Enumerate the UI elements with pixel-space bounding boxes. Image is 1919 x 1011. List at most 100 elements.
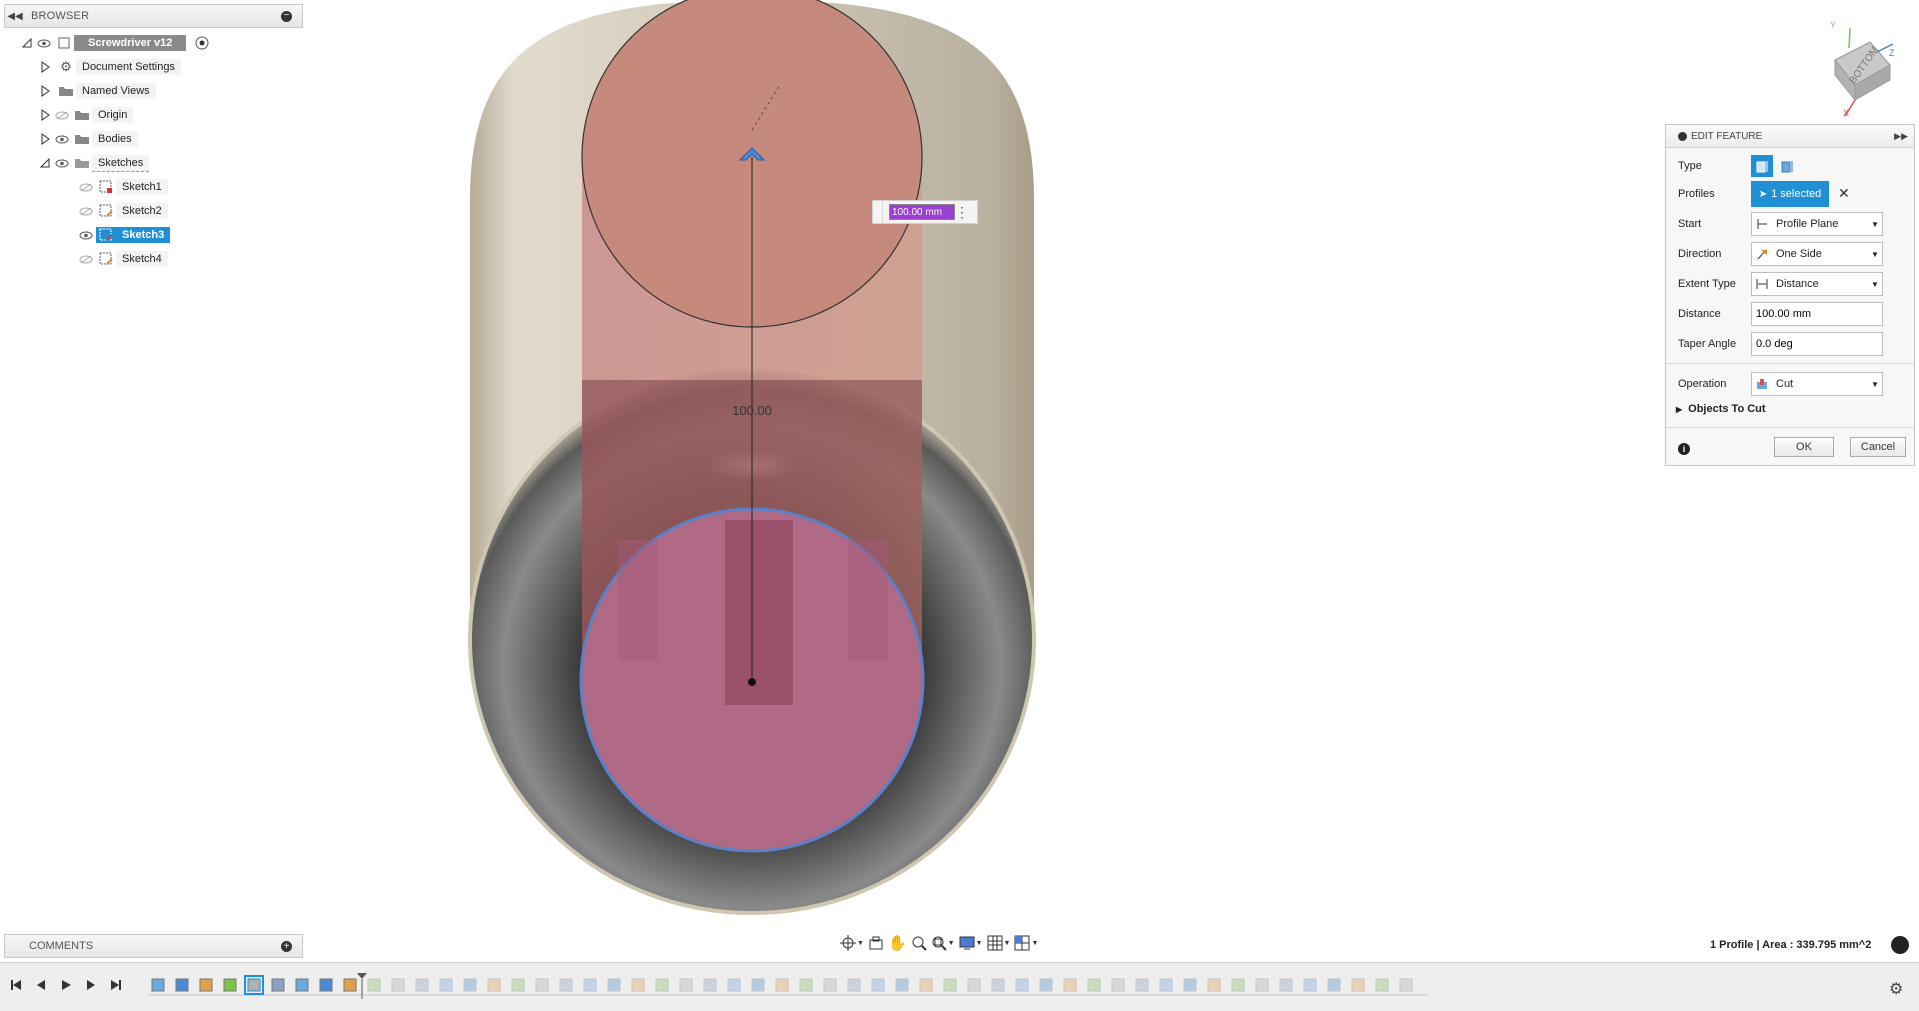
timeline-suppressed-feature-icon[interactable] bbox=[1062, 977, 1078, 993]
dialog-collapse-icon[interactable] bbox=[1678, 131, 1687, 141]
tree-item-sketch2[interactable]: Sketch2 bbox=[76, 200, 168, 222]
browser-header[interactable]: ◀◀ BROWSER − bbox=[4, 4, 303, 28]
go-to-end-icon[interactable] bbox=[108, 977, 124, 993]
timeline-suppressed-feature-icon[interactable] bbox=[966, 977, 982, 993]
dialog-header[interactable]: EDIT FEATURE ▶▶ bbox=[1666, 125, 1914, 148]
timeline-suppressed-feature-icon[interactable] bbox=[678, 977, 694, 993]
step-forward-icon[interactable] bbox=[83, 977, 99, 993]
tree-item-document-settings[interactable]: ⚙ Document Settings bbox=[38, 56, 181, 78]
timeline-suppressed-feature-icon[interactable] bbox=[1254, 977, 1270, 993]
profiles-select-button[interactable]: ➤ 1 selected bbox=[1751, 181, 1829, 207]
timeline-suppressed-feature-icon[interactable] bbox=[1374, 977, 1390, 993]
timeline-suppressed-feature-icon[interactable] bbox=[990, 977, 1006, 993]
zoom-icon[interactable] bbox=[911, 934, 927, 952]
timeline-suppressed-feature-icon[interactable] bbox=[798, 977, 814, 993]
timeline-suppressed-feature-icon[interactable] bbox=[1086, 977, 1102, 993]
extrude-thin-type-icon[interactable] bbox=[1776, 155, 1798, 177]
timeline-suppressed-feature-icon[interactable] bbox=[654, 977, 670, 993]
timeline-suppressed-feature-icon[interactable] bbox=[702, 977, 718, 993]
collapsed-triangle-icon[interactable] bbox=[38, 60, 52, 74]
timeline-feature-icon[interactable] bbox=[244, 975, 264, 995]
timeline-suppressed-feature-icon[interactable] bbox=[774, 977, 790, 993]
timeline-suppressed-feature-icon[interactable] bbox=[846, 977, 862, 993]
tree-item-sketches[interactable]: Sketches bbox=[38, 152, 150, 174]
minimize-icon[interactable]: − bbox=[281, 10, 292, 22]
cancel-button[interactable]: Cancel bbox=[1850, 437, 1906, 457]
timeline-suppressed-feature-icon[interactable] bbox=[1278, 977, 1294, 993]
visibility-eye-icon[interactable] bbox=[52, 132, 72, 146]
hidden-eye-icon[interactable] bbox=[76, 204, 96, 218]
extent-dropdown[interactable]: Distance ▼ bbox=[1751, 272, 1883, 296]
display-settings-icon[interactable]: ▼ bbox=[959, 934, 983, 952]
timeline-suppressed-feature-icon[interactable] bbox=[894, 977, 910, 993]
tree-item-bodies[interactable]: Bodies bbox=[38, 128, 138, 150]
taper-angle-input[interactable] bbox=[1751, 332, 1883, 356]
timeline-suppressed-feature-icon[interactable] bbox=[822, 977, 838, 993]
collapsed-triangle-icon[interactable] bbox=[38, 84, 52, 98]
look-at-icon[interactable] bbox=[868, 934, 884, 952]
timeline-suppressed-feature-icon[interactable] bbox=[558, 977, 574, 993]
comments-panel[interactable]: COMMENTS + bbox=[4, 934, 303, 958]
hidden-eye-icon[interactable] bbox=[52, 108, 72, 122]
info-icon[interactable]: i bbox=[1678, 443, 1690, 455]
timeline-suppressed-feature-icon[interactable] bbox=[1206, 977, 1222, 993]
timeline-feature-icon[interactable] bbox=[222, 977, 238, 993]
tree-item-sketch3[interactable]: Sketch3 bbox=[76, 224, 171, 246]
visibility-eye-icon[interactable] bbox=[34, 36, 54, 50]
drag-grip[interactable] bbox=[873, 201, 883, 223]
collapsed-triangle-icon[interactable] bbox=[38, 132, 52, 146]
collapsed-triangle-icon[interactable] bbox=[38, 108, 52, 122]
timeline-settings-gear-icon[interactable]: ⚙ bbox=[1889, 979, 1905, 998]
expanded-triangle-icon[interactable] bbox=[20, 36, 34, 50]
timeline-suppressed-feature-icon[interactable] bbox=[1038, 977, 1054, 993]
operation-dropdown[interactable]: Cut ▼ bbox=[1751, 372, 1883, 396]
timeline-feature-icon[interactable] bbox=[270, 977, 286, 993]
tree-item-sketch1[interactable]: Sketch1 bbox=[76, 176, 168, 198]
timeline-suppressed-feature-icon[interactable] bbox=[1158, 977, 1174, 993]
clear-selection-icon[interactable]: ✕ bbox=[1838, 185, 1850, 202]
timeline-suppressed-feature-icon[interactable] bbox=[726, 977, 742, 993]
more-options-icon[interactable]: ⋮ bbox=[955, 204, 969, 221]
timeline-track[interactable] bbox=[148, 973, 1428, 999]
timeline-suppressed-feature-icon[interactable] bbox=[606, 977, 622, 993]
timeline-suppressed-feature-icon[interactable] bbox=[1302, 977, 1318, 993]
grid-icon[interactable]: ▼ bbox=[987, 934, 1010, 952]
timeline-suppressed-feature-icon[interactable] bbox=[366, 977, 382, 993]
timeline-suppressed-feature-icon[interactable] bbox=[438, 977, 454, 993]
root-label[interactable]: Screwdriver v12 bbox=[74, 35, 187, 51]
timeline-marker[interactable] bbox=[356, 973, 368, 999]
timeline-suppressed-feature-icon[interactable] bbox=[942, 977, 958, 993]
dimension-input-box[interactable]: ⋮ bbox=[872, 200, 978, 224]
timeline-suppressed-feature-icon[interactable] bbox=[462, 977, 478, 993]
timeline-suppressed-feature-icon[interactable] bbox=[1134, 977, 1150, 993]
timeline-suppressed-feature-icon[interactable] bbox=[414, 977, 430, 993]
visibility-eye-icon[interactable] bbox=[76, 228, 96, 242]
distance-input[interactable] bbox=[1751, 302, 1883, 326]
timeline-suppressed-feature-icon[interactable] bbox=[1398, 977, 1414, 993]
tree-item-origin[interactable]: Origin bbox=[38, 104, 134, 126]
timeline-feature-icon[interactable] bbox=[198, 977, 214, 993]
extrude-solid-type-icon[interactable] bbox=[1751, 155, 1773, 177]
activate-radio-icon[interactable] bbox=[192, 35, 212, 51]
timeline-suppressed-feature-icon[interactable] bbox=[918, 977, 934, 993]
pan-hand-icon[interactable]: ✋ bbox=[888, 934, 907, 952]
timeline-suppressed-feature-icon[interactable] bbox=[1350, 977, 1366, 993]
zoom-window-icon[interactable]: ▼ bbox=[931, 934, 955, 952]
timeline-suppressed-feature-icon[interactable] bbox=[1110, 977, 1126, 993]
orbit-icon[interactable]: ▼ bbox=[840, 934, 864, 952]
timeline-suppressed-feature-icon[interactable] bbox=[582, 977, 598, 993]
timeline-suppressed-feature-icon[interactable] bbox=[486, 977, 502, 993]
timeline-suppressed-feature-icon[interactable] bbox=[510, 977, 526, 993]
tree-item-named-views[interactable]: Named Views bbox=[38, 80, 156, 102]
timeline-feature-icon[interactable] bbox=[150, 977, 166, 993]
viewports-icon[interactable]: ▼ bbox=[1014, 934, 1038, 952]
play-icon[interactable] bbox=[58, 977, 74, 993]
3d-viewport[interactable]: 100.00 bbox=[0, 0, 1919, 1010]
timeline-feature-icon[interactable] bbox=[318, 977, 334, 993]
timeline-suppressed-feature-icon[interactable] bbox=[1014, 977, 1030, 993]
timeline-suppressed-feature-icon[interactable] bbox=[750, 977, 766, 993]
timeline-suppressed-feature-icon[interactable] bbox=[534, 977, 550, 993]
timeline-suppressed-feature-icon[interactable] bbox=[1230, 977, 1246, 993]
timeline-suppressed-feature-icon[interactable] bbox=[630, 977, 646, 993]
view-cube[interactable]: BOTTOM Y Z X bbox=[1815, 20, 1900, 120]
